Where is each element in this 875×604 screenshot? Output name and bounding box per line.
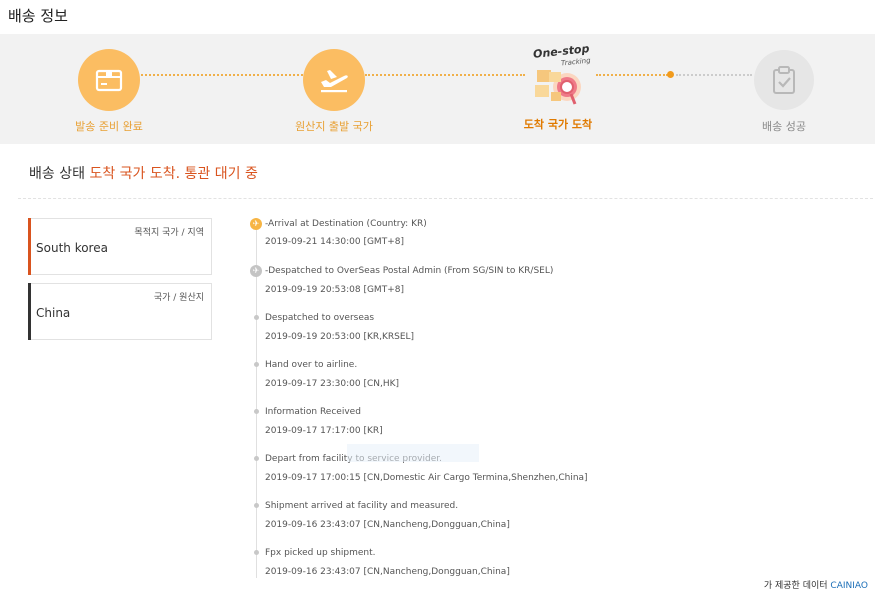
step-label: 원산지 출발 국가 — [295, 120, 373, 133]
event-time: 2019-09-21 14:30:00 [GMT+8] — [265, 237, 404, 247]
event-description: Fpx picked up shipment. — [265, 548, 376, 558]
destination-caption: 목적지 국가 / 지역 — [134, 228, 204, 238]
event-time: 2019-09-16 23:43:07 [CN,Nancheng,Donggua… — [265, 567, 510, 577]
divider — [18, 198, 873, 199]
step-connector — [596, 74, 668, 76]
event-description: Information Received — [265, 407, 361, 417]
event-time: 2019-09-17 17:17:00 [KR] — [265, 426, 383, 436]
step-ready-to-ship — [78, 49, 140, 111]
destination-card: 목적지 국가 / 지역 South korea — [28, 218, 212, 275]
shipping-progress: 발송 준비 완료 원산지 출발 국가 One-stop Tracking 도착 … — [0, 34, 875, 144]
one-stop-tracking-icon: One-stop Tracking — [527, 42, 593, 112]
timeline-dot — [254, 503, 259, 508]
timeline-dot — [254, 362, 259, 367]
step-progress-dot — [667, 71, 674, 78]
step-label: 배송 성공 — [762, 120, 806, 133]
event-description: -Despatched to OverSeas Postal Admin (Fr… — [265, 266, 554, 276]
step-label: 발송 준비 완료 — [75, 120, 143, 133]
watermark — [347, 444, 479, 462]
destination-country: South korea — [36, 241, 108, 255]
arrival-icon: ✈ — [250, 218, 262, 230]
data-provider-text: 가 제공한 데이터 — [763, 581, 828, 591]
timeline-dot — [254, 550, 259, 555]
event-time: 2019-09-19 20:53:08 [GMT+8] — [265, 285, 404, 295]
origin-country: China — [36, 306, 71, 320]
event-time: 2019-09-17 17:00:15 [CN,Domestic Air Car… — [265, 473, 588, 483]
clipboard-check-icon — [773, 66, 795, 94]
event-description: Shipment arrived at facility and measure… — [265, 501, 459, 511]
despatch-icon: ✈ — [250, 265, 262, 277]
origin-card: 국가 / 원산지 China — [28, 283, 212, 340]
data-provider-brand: CAINIAO — [830, 581, 868, 591]
package-icon — [95, 69, 123, 92]
data-provider-note: 가 제공한 데이터 CAINIAO — [764, 578, 868, 591]
event-description: Despatched to overseas — [265, 313, 375, 323]
event-description: Hand over to airline. — [265, 360, 358, 370]
step-label: 도착 국가 도착 — [523, 118, 593, 131]
event-time: 2019-09-17 23:30:00 [CN,HK] — [265, 379, 400, 389]
event-time: 2019-09-19 20:53:00 [KR,KRSEL] — [265, 332, 415, 342]
step-connector — [365, 74, 525, 76]
page-title: 배송 정보 — [8, 7, 68, 25]
airplane-departure-icon — [321, 70, 348, 93]
step-delivered — [754, 50, 814, 110]
origin-accent-bar — [28, 283, 31, 340]
step-connector — [676, 74, 752, 76]
delivery-status: 배송 상태 도착 국가 도착. 통관 대기 중 — [29, 163, 258, 183]
timeline-dot — [254, 315, 259, 320]
step-departed-origin — [303, 49, 365, 111]
origin-caption: 국가 / 원산지 — [153, 293, 204, 303]
status-value: 도착 국가 도착. 통관 대기 중 — [89, 166, 258, 182]
event-time: 2019-09-16 23:43:07 [CN,Nancheng,Donggua… — [265, 520, 510, 530]
status-prefix: 배송 상태 — [29, 166, 85, 182]
step-connector — [141, 74, 303, 76]
event-description: -Arrival at Destination (Country: KR) — [265, 219, 427, 229]
timeline-dot — [254, 409, 259, 414]
timeline-dot — [254, 456, 259, 461]
destination-accent-bar — [28, 218, 31, 275]
